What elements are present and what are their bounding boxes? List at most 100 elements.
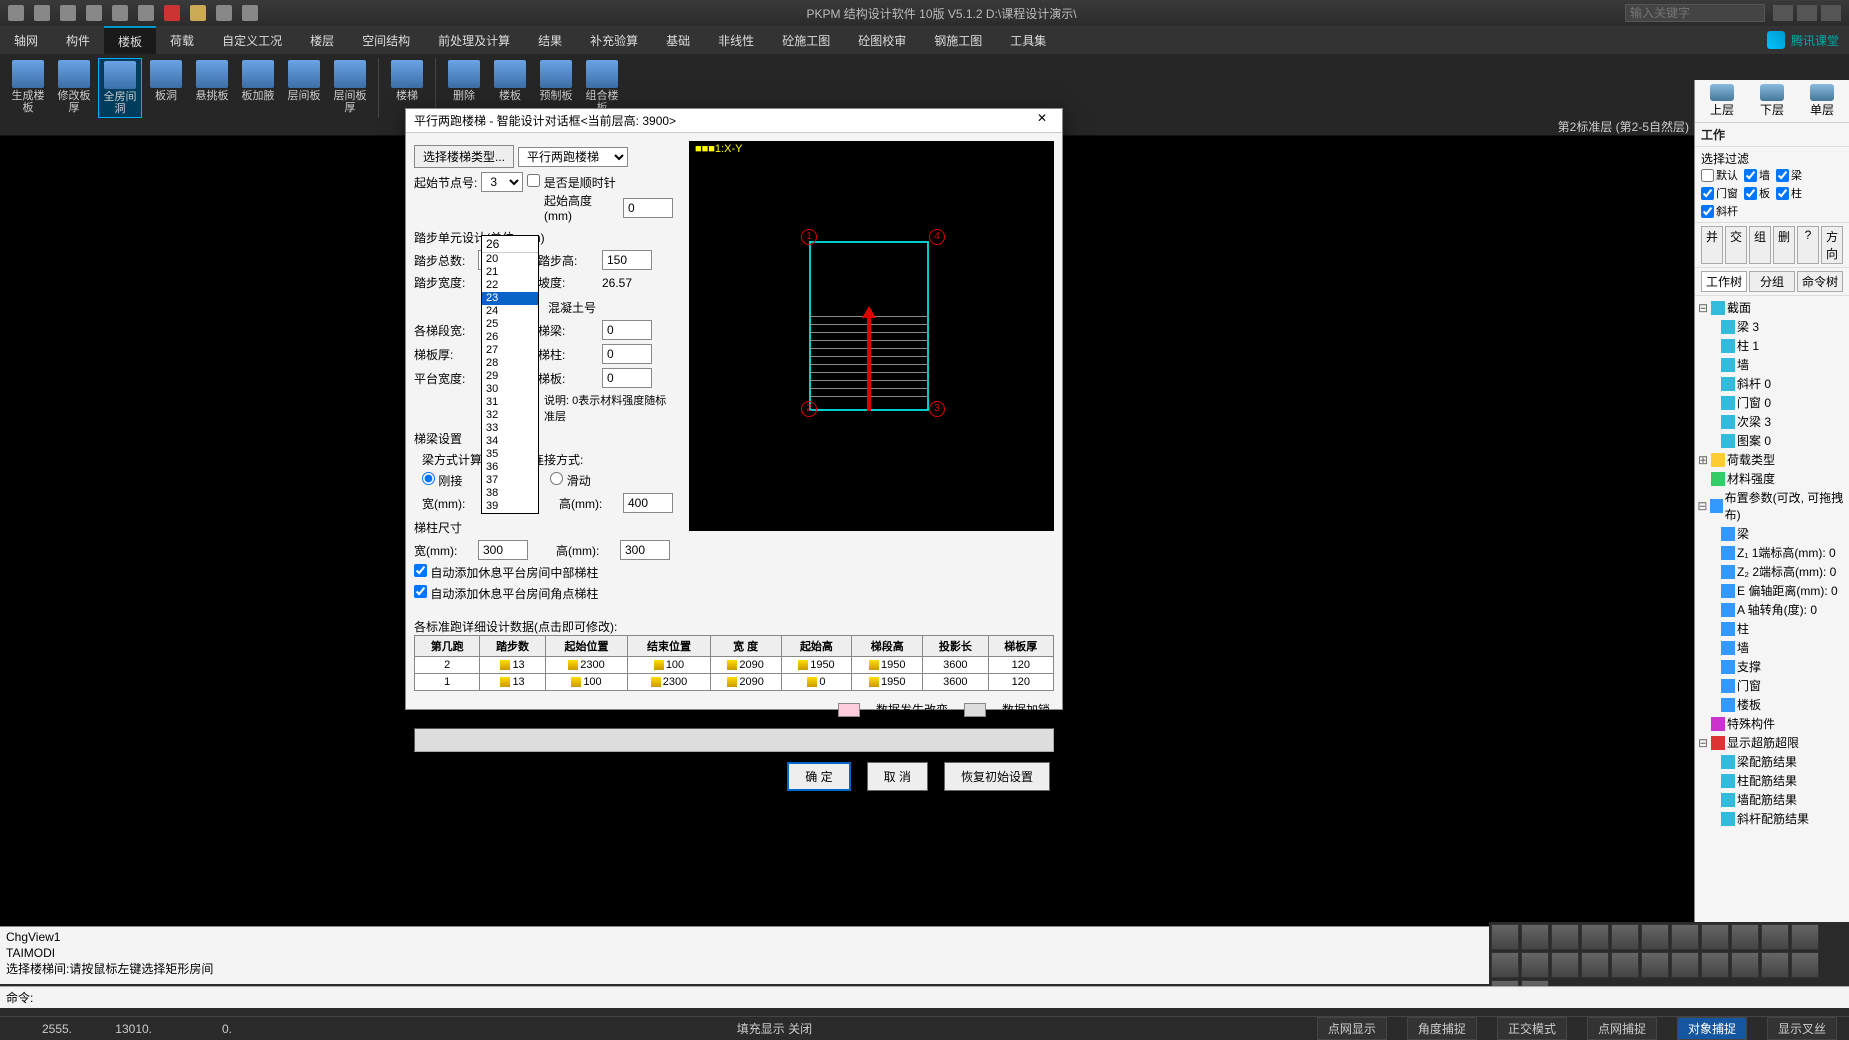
dropdown-option-32[interactable]: 32	[482, 409, 538, 422]
tool-icon[interactable]	[164, 5, 180, 21]
tree-支撑[interactable]: 支撑	[1695, 657, 1849, 676]
select-stair-type-button[interactable]: 选择楼梯类型...	[414, 145, 514, 168]
menu-tab-6[interactable]: 空间结构	[348, 26, 424, 54]
view-tool-9[interactable]	[1761, 924, 1789, 950]
tree-Z₂ 2端标高(mm): 0[interactable]: Z₂ 2端标高(mm): 0	[1695, 562, 1849, 581]
view-tool-10[interactable]	[1791, 924, 1819, 950]
dropdown-option-27[interactable]: 27	[482, 344, 538, 357]
mode-角度捕捉[interactable]: 角度捕捉	[1407, 1017, 1477, 1040]
dropdown-option-21[interactable]: 21	[482, 266, 538, 279]
undo-icon[interactable]	[216, 5, 232, 21]
col-concrete-input[interactable]	[602, 344, 652, 364]
menu-tab-5[interactable]: 楼层	[296, 26, 348, 54]
view-tool-11[interactable]	[1491, 952, 1519, 978]
close-button[interactable]	[1821, 5, 1841, 21]
filter-btn-?[interactable]: ?	[1797, 226, 1819, 264]
filter-btn-并[interactable]: 并	[1701, 226, 1723, 264]
filter-check-梁[interactable]: 梁	[1776, 167, 1802, 183]
tree-梁配筋结果[interactable]: 梁配筋结果	[1695, 752, 1849, 771]
floor-up-button[interactable]: 上层	[1705, 84, 1739, 118]
menu-tab-2[interactable]: 楼板	[104, 26, 156, 54]
rigid-radio[interactable]: 刚接	[422, 472, 462, 489]
view-tool-5[interactable]	[1641, 924, 1669, 950]
ribbon-板洞[interactable]: 板洞	[144, 58, 188, 104]
mode-对象捕捉[interactable]: 对象捕捉	[1677, 1017, 1747, 1040]
menu-tab-3[interactable]: 荷载	[156, 26, 208, 54]
filter-btn-删[interactable]: 删	[1773, 226, 1795, 264]
step-height-input[interactable]	[602, 250, 652, 270]
open-icon[interactable]	[60, 5, 76, 21]
redo-icon[interactable]	[242, 5, 258, 21]
tree-E 偏轴距离(mm): 0[interactable]: E 偏轴距离(mm): 0	[1695, 581, 1849, 600]
new-icon[interactable]	[34, 5, 50, 21]
dropdown-option-22[interactable]: 22	[482, 279, 538, 292]
menu-tab-11[interactable]: 非线性	[704, 26, 768, 54]
view-tool-19[interactable]	[1731, 952, 1759, 978]
dropdown-option-25[interactable]: 25	[482, 318, 538, 331]
copy-icon[interactable]	[112, 5, 128, 21]
menu-tab-10[interactable]: 基础	[652, 26, 704, 54]
dropdown-option-20[interactable]: 20	[482, 253, 538, 266]
auto-mid-col-checkbox[interactable]: 自动添加休息平台房间中部梯柱	[414, 564, 598, 581]
dropdown-option-39[interactable]: 39	[482, 500, 538, 513]
filter-check-门窗[interactable]: 门窗	[1701, 185, 1738, 201]
search-input[interactable]	[1625, 4, 1765, 22]
mode-点网显示[interactable]: 点网显示	[1317, 1017, 1387, 1040]
view-tool-2[interactable]	[1551, 924, 1579, 950]
view-tool-6[interactable]	[1671, 924, 1699, 950]
tree-次梁 3[interactable]: 次梁 3	[1695, 412, 1849, 431]
command-prompt[interactable]: 命令:	[0, 986, 1849, 1008]
tree-斜杆配筋结果[interactable]: 斜杆配筋结果	[1695, 809, 1849, 828]
tree-墙配筋结果[interactable]: 墙配筋结果	[1695, 790, 1849, 809]
tree-布置参数(可改, 可拖拽布)[interactable]: ⊟布置参数(可改, 可拖拽布)	[1695, 488, 1849, 524]
slide-radio[interactable]: 滑动	[550, 472, 590, 489]
view-tool-18[interactable]	[1701, 952, 1729, 978]
view-tool-21[interactable]	[1791, 952, 1819, 978]
dropdown-option-29[interactable]: 29	[482, 370, 538, 383]
tree-墙[interactable]: 墙	[1695, 638, 1849, 657]
col-height-input[interactable]	[620, 540, 670, 560]
ribbon-板加腋[interactable]: 板加腋	[236, 58, 280, 104]
ribbon-楼梯[interactable]: 楼梯	[385, 58, 429, 104]
tree-荷载类型[interactable]: ⊞荷载类型	[1695, 450, 1849, 469]
view-tool-12[interactable]	[1521, 952, 1549, 978]
beam-height-input[interactable]	[623, 493, 673, 513]
view-tool-13[interactable]	[1551, 952, 1579, 978]
mode-显示叉丝[interactable]: 显示叉丝	[1767, 1017, 1837, 1040]
menu-tab-8[interactable]: 结果	[524, 26, 576, 54]
ribbon-悬挑板[interactable]: 悬挑板	[190, 58, 234, 104]
table-row[interactable]: 11310023002090019503600120	[415, 674, 1054, 691]
floor-down-button[interactable]: 下层	[1755, 84, 1789, 118]
reset-button[interactable]: 恢复初始设置	[944, 762, 1050, 791]
tree-梁[interactable]: 梁	[1695, 524, 1849, 543]
dropdown-option-38[interactable]: 38	[482, 487, 538, 500]
tree-门窗[interactable]: 门窗	[1695, 676, 1849, 695]
slab-concrete-input[interactable]	[602, 368, 652, 388]
ribbon-预制板[interactable]: 预制板	[534, 58, 578, 104]
view-tool-15[interactable]	[1611, 952, 1639, 978]
save-icon[interactable]	[86, 5, 102, 21]
dropdown-option-28[interactable]: 28	[482, 357, 538, 370]
view-tool-7[interactable]	[1701, 924, 1729, 950]
ribbon-层间板[interactable]: 层间板	[282, 58, 326, 104]
dropdown-option-33[interactable]: 33	[482, 422, 538, 435]
dialog-close-button[interactable]: ✕	[1030, 111, 1054, 131]
tree-A 轴转角(度): 0[interactable]: A 轴转角(度): 0	[1695, 600, 1849, 619]
stair-type-select[interactable]: 平行两跑楼梯	[518, 147, 628, 167]
step-total-dropdown[interactable]: 26 2021222324252627282930313233343536373…	[481, 235, 539, 514]
menu-tab-1[interactable]: 构件	[52, 26, 104, 54]
view-tool-8[interactable]	[1731, 924, 1759, 950]
start-height-input[interactable]	[623, 198, 673, 218]
start-node-select[interactable]: 3	[481, 172, 523, 192]
view-tool-4[interactable]	[1611, 924, 1639, 950]
tree-图案 0[interactable]: 图案 0	[1695, 431, 1849, 450]
menu-tab-12[interactable]: 砼施工图	[768, 26, 844, 54]
filter-btn-组[interactable]: 组	[1749, 226, 1771, 264]
tree-楼板[interactable]: 楼板	[1695, 695, 1849, 714]
dropdown-option-35[interactable]: 35	[482, 448, 538, 461]
dropdown-option-26[interactable]: 26	[482, 331, 538, 344]
menu-tab-4[interactable]: 自定义工况	[208, 26, 296, 54]
ribbon-层间板厚[interactable]: 层间板厚	[328, 58, 372, 116]
cancel-button[interactable]: 取 消	[867, 762, 928, 791]
tree-特殊构件[interactable]: 特殊构件	[1695, 714, 1849, 733]
